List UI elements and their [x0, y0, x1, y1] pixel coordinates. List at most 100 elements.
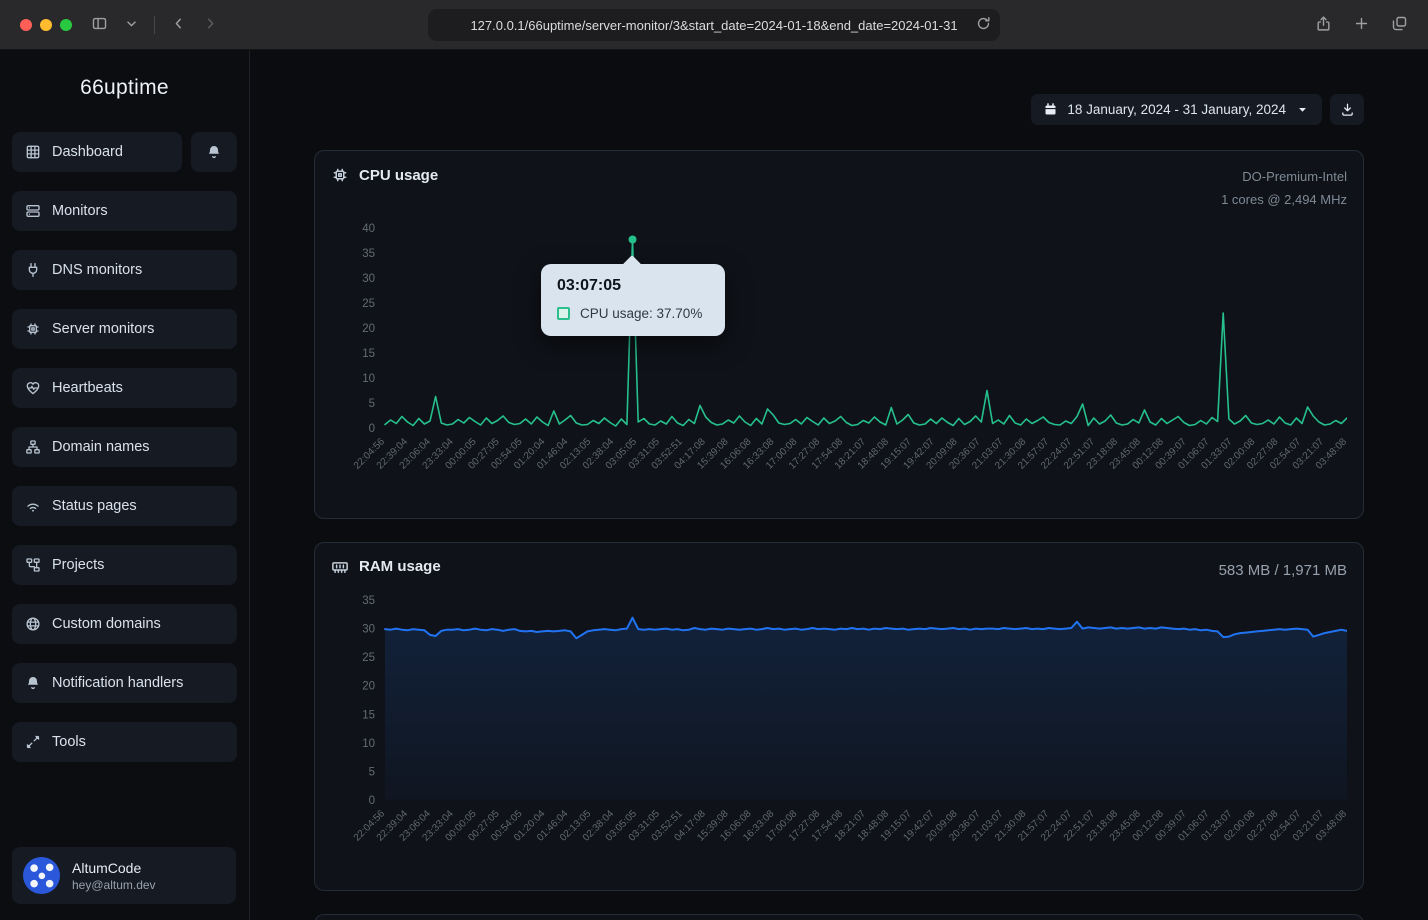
- sidebar-item-label: Server monitors: [52, 321, 154, 337]
- share-button[interactable]: [1308, 10, 1338, 40]
- sidebar-item-label: Custom domains: [52, 616, 161, 632]
- sidebar-item-label: Monitors: [52, 203, 108, 219]
- cpu-chart[interactable]: 403530252015105022:04:5622:39:0423:06:04…: [331, 222, 1347, 508]
- svg-text:40: 40: [362, 223, 375, 235]
- sidebar-row: Domain names: [12, 427, 237, 467]
- chip-icon: [25, 321, 41, 337]
- sidebar-item-server-monitors[interactable]: Server monitors: [12, 309, 237, 349]
- sidebar-row: Server monitors: [12, 309, 237, 349]
- download-button[interactable]: [1330, 94, 1364, 125]
- svg-text:0: 0: [369, 423, 375, 435]
- svg-text:30: 30: [362, 623, 375, 635]
- plus-icon: [1353, 15, 1370, 35]
- account-email: hey@altum.dev: [72, 878, 156, 892]
- notifications-button[interactable]: [191, 132, 237, 172]
- forward-button[interactable]: [195, 10, 225, 40]
- project-icon: [25, 557, 41, 573]
- svg-text:35: 35: [362, 248, 375, 260]
- svg-text:35: 35: [362, 595, 375, 607]
- svg-text:30: 30: [362, 273, 375, 285]
- plug-icon: [25, 262, 41, 278]
- share-icon: [1315, 15, 1332, 35]
- cpu-meta-plan: DO-Premium-Intel: [1221, 166, 1347, 189]
- sidebar-item-label: Domain names: [52, 439, 150, 455]
- sidebar-item-notification-handlers[interactable]: Notification handlers: [12, 663, 237, 703]
- sidebar-item-dashboard[interactable]: Dashboard: [12, 132, 182, 172]
- sidebar-row: Notification handlers: [12, 663, 237, 703]
- sidebar-toggle-button[interactable]: [84, 10, 114, 40]
- browser-chrome: 127.0.0.1/66uptime/server-monitor/3&star…: [0, 0, 1428, 50]
- sidebar-row: DNS monitors: [12, 250, 237, 290]
- svg-text:20: 20: [362, 680, 375, 692]
- tabs-icon: [1391, 15, 1408, 35]
- sidebar-item-label: Status pages: [52, 498, 137, 514]
- sidebar-item-tools[interactable]: Tools: [12, 722, 237, 762]
- sidebar-row: Monitors: [12, 191, 237, 231]
- grid-icon: [25, 144, 41, 160]
- svg-text:10: 10: [362, 738, 375, 750]
- new-tab-button[interactable]: [1346, 10, 1376, 40]
- download-icon: [1340, 102, 1355, 117]
- sidebar-item-domain-names[interactable]: Domain names: [12, 427, 237, 467]
- reload-icon[interactable]: [975, 15, 992, 35]
- avatar: [23, 857, 60, 894]
- cpu-card-title: CPU usage: [359, 167, 438, 184]
- ram-icon: [331, 558, 349, 576]
- forward-icon: [202, 15, 219, 35]
- sidebar-row: Custom domains: [12, 604, 237, 644]
- minimize-window-button[interactable]: [40, 19, 52, 31]
- account-card[interactable]: AltumCode hey@altum.dev: [12, 847, 236, 904]
- sidebar-row: Heartbeats: [12, 368, 237, 408]
- sidebar-item-status-pages[interactable]: Status pages: [12, 486, 237, 526]
- sidebar: 66uptime Dashboard Monitors DNS monitors Se…: [0, 50, 250, 920]
- sidebar-item-label: Notification handlers: [52, 675, 183, 691]
- tab-group-chevron-button[interactable]: [116, 10, 146, 40]
- sidebar-row: Status pages: [12, 486, 237, 526]
- ram-chart[interactable]: 3530252015105022:04:5622:39:0423:06:0423…: [331, 594, 1347, 880]
- svg-text:15: 15: [362, 709, 375, 721]
- sidebar-item-monitors[interactable]: Monitors: [12, 191, 237, 231]
- bell-icon: [206, 144, 222, 160]
- sidebar-row: Dashboard: [12, 132, 237, 172]
- svg-text:0: 0: [369, 795, 375, 807]
- sidebar-row: Projects: [12, 545, 237, 585]
- wifi-icon: [25, 498, 41, 514]
- heart-pulse-icon: [25, 380, 41, 396]
- toolbar: 18 January, 2024 - 31 January, 2024: [314, 94, 1364, 125]
- ram-usage-card: RAM usage 583 MB / 1,971 MB 353025201510…: [314, 542, 1364, 891]
- zoom-window-button[interactable]: [60, 19, 72, 31]
- cpu-usage-card: CPU usage DO-Premium-Intel 1 cores @ 2,4…: [314, 150, 1364, 519]
- account-name: AltumCode: [72, 860, 156, 876]
- next-card-partial: [314, 914, 1364, 920]
- ram-meta: 583 MB / 1,971 MB: [1219, 558, 1347, 584]
- svg-text:20: 20: [362, 323, 375, 335]
- sidebar-item-custom-domains[interactable]: Custom domains: [12, 604, 237, 644]
- tooltip-time: 03:07:05: [557, 277, 709, 295]
- tab-overview-button[interactable]: [1384, 10, 1414, 40]
- svg-text:5: 5: [369, 398, 375, 410]
- tooltip-value: CPU usage: 37.70%: [580, 306, 702, 321]
- svg-text:15: 15: [362, 348, 375, 360]
- sidebar-toggle-icon: [91, 15, 108, 35]
- sidebar-item-label: Tools: [52, 734, 86, 750]
- chevron-down-icon: [123, 15, 140, 35]
- address-bar[interactable]: 127.0.0.1/66uptime/server-monitor/3&star…: [428, 9, 1000, 41]
- cpu-icon: [331, 166, 349, 184]
- svg-text:5: 5: [369, 766, 375, 778]
- sidebar-item-projects[interactable]: Projects: [12, 545, 237, 585]
- sidebar-nav: Dashboard Monitors DNS monitors Server moni…: [12, 132, 237, 762]
- sidebar-item-dns-monitors[interactable]: DNS monitors: [12, 250, 237, 290]
- sidebar-item-label: Dashboard: [52, 144, 123, 160]
- tooltip-series-marker: [557, 307, 570, 320]
- brand-logo: 66uptime: [12, 76, 237, 100]
- sidebar-item-heartbeats[interactable]: Heartbeats: [12, 368, 237, 408]
- back-button[interactable]: [163, 10, 193, 40]
- date-range-picker[interactable]: 18 January, 2024 - 31 January, 2024: [1031, 94, 1322, 125]
- cpu-meta-cores: 1 cores @ 2,494 MHz: [1221, 189, 1347, 212]
- calendar-icon: [1043, 102, 1058, 117]
- svg-text:10: 10: [362, 373, 375, 385]
- sidebar-item-label: DNS monitors: [52, 262, 142, 278]
- sidebar-item-label: Heartbeats: [52, 380, 123, 396]
- caret-down-icon: [1295, 102, 1310, 117]
- close-window-button[interactable]: [20, 19, 32, 31]
